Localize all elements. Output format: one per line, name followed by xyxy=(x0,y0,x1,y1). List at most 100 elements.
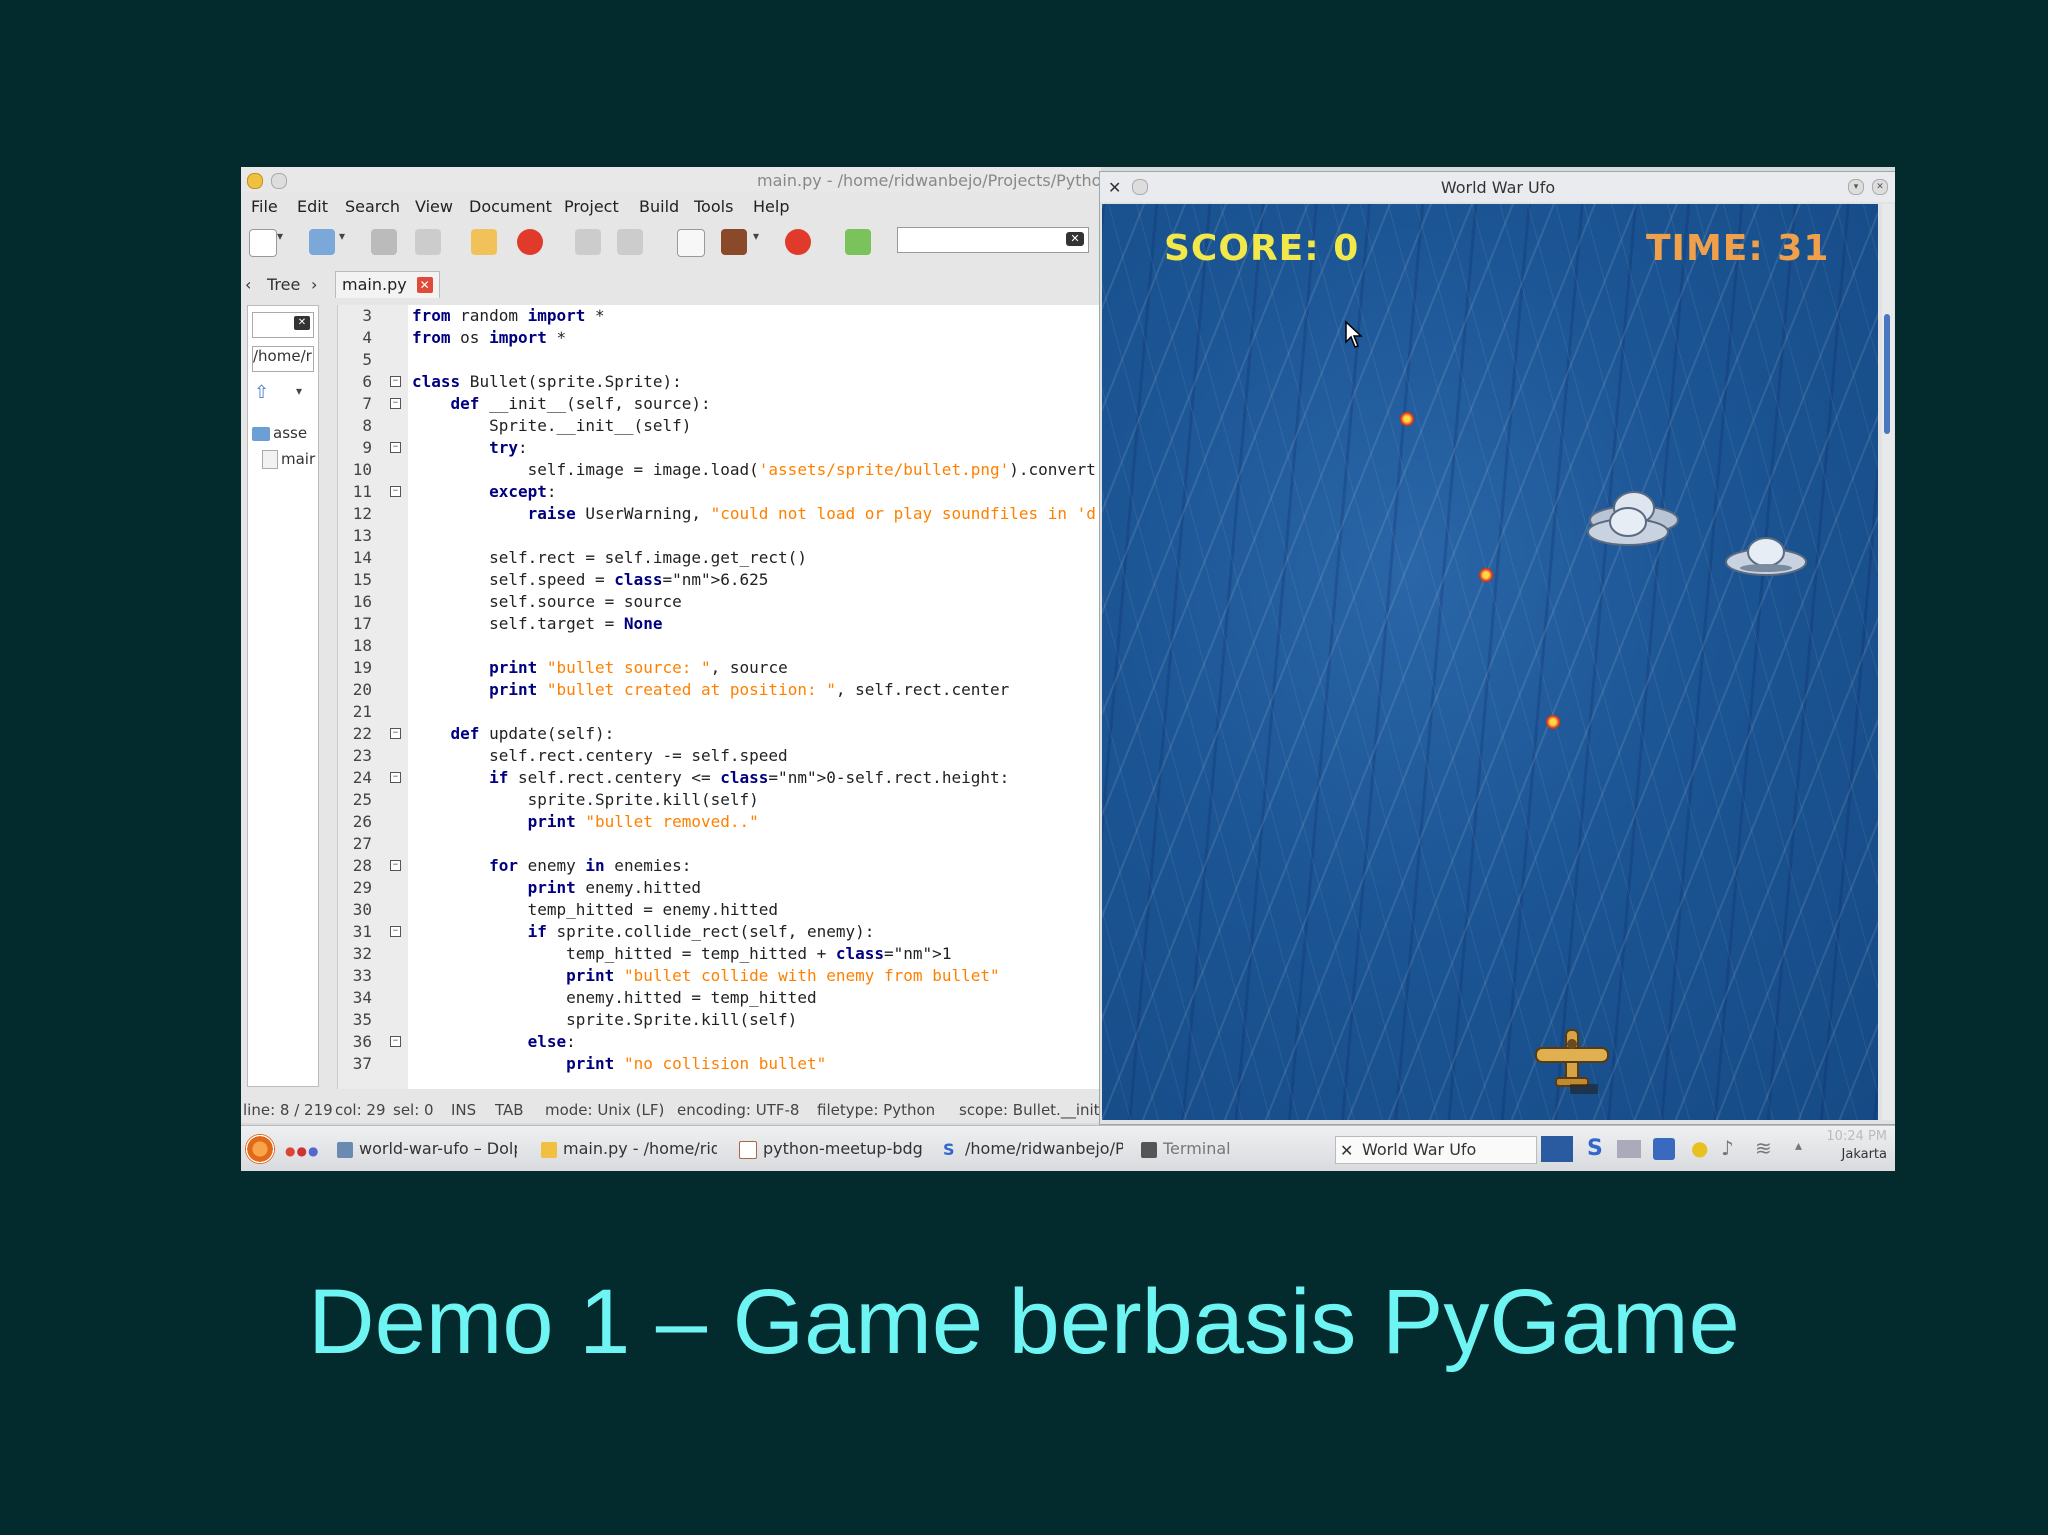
code-line[interactable]: 34 enemy.hitted = temp_hitted xyxy=(338,987,1102,1009)
fold-marker-icon[interactable]: − xyxy=(390,728,401,739)
code-line[interactable]: 13 xyxy=(338,525,1102,547)
scrollbar-thumb[interactable] xyxy=(1884,314,1890,434)
reload-icon[interactable] xyxy=(471,229,497,255)
close-file-icon[interactable] xyxy=(517,229,543,255)
tab-tree[interactable]: Tree xyxy=(267,275,300,294)
code-line[interactable]: 7 − def __init__(self, source): xyxy=(338,393,1102,415)
clear-icon[interactable]: ✕ xyxy=(294,316,310,330)
build-icon[interactable] xyxy=(721,229,747,255)
close-icon[interactable]: ✕ xyxy=(1872,179,1888,195)
code-line[interactable]: 11 − except: xyxy=(338,481,1102,503)
sidebar-filter-input[interactable]: ✕ xyxy=(252,312,314,338)
code-line[interactable]: 36 − else: xyxy=(338,1031,1102,1053)
code-line[interactable]: 12 raise UserWarning, "could not load or… xyxy=(338,503,1102,525)
workspace-dots-icon[interactable]: ●●● xyxy=(285,1144,319,1158)
code-line[interactable]: 9 − try: xyxy=(338,437,1102,459)
toolbar-search-input[interactable]: ✕ xyxy=(897,227,1089,253)
taskbar-item-document[interactable]: python-meetup-bdg xyxy=(739,1136,923,1162)
game-scrollbar[interactable] xyxy=(1882,204,1894,1120)
taskbar-item-terminal[interactable]: Terminal xyxy=(1141,1136,1291,1162)
code-line[interactable]: 19 print "bullet source: ", source xyxy=(338,657,1102,679)
code-line[interactable]: 6 − class Bullet(sprite.Sprite): xyxy=(338,371,1102,393)
up-arrow-icon[interactable]: ⇧ xyxy=(254,382,269,403)
save-all-icon[interactable] xyxy=(415,229,441,255)
wifi-icon[interactable]: ≋ xyxy=(1755,1136,1772,1160)
code-line[interactable]: 33 print "bullet collide with enemy from… xyxy=(338,965,1102,987)
chevron-down-icon[interactable]: ▾ xyxy=(296,384,302,398)
code-line[interactable]: 35 sprite.Sprite.kill(self) xyxy=(338,1009,1102,1031)
menu-view[interactable]: View xyxy=(415,197,453,216)
code-line[interactable]: 27 xyxy=(338,833,1102,855)
code-line[interactable]: 24 − if self.rect.centery <= class="nm">0… xyxy=(338,767,1102,789)
menu-search[interactable]: Search xyxy=(345,197,400,216)
fold-marker-icon[interactable]: − xyxy=(390,442,401,453)
fold-marker-icon[interactable]: − xyxy=(390,772,401,783)
forward-icon[interactable] xyxy=(617,229,643,255)
close-tab-icon[interactable]: ✕ xyxy=(416,277,433,293)
code-line[interactable]: 31 − if sprite.collide_rect(self, enemy): xyxy=(338,921,1102,943)
fold-marker-icon[interactable]: − xyxy=(390,376,401,387)
menu-edit[interactable]: Edit xyxy=(297,197,328,216)
taskbar-item-folder[interactable]: S/home/ridwanbejo/P xyxy=(943,1136,1123,1162)
chevron-left-icon[interactable]: ‹ xyxy=(245,275,251,294)
menu-project[interactable]: Project xyxy=(564,197,619,216)
code-line[interactable]: 5 xyxy=(338,349,1102,371)
code-line[interactable]: 10 self.image = image.load('assets/sprit… xyxy=(338,459,1102,481)
fold-marker-icon[interactable]: − xyxy=(390,398,401,409)
ubuntu-menu-icon[interactable] xyxy=(245,1134,275,1164)
code-line[interactable]: 26 print "bullet removed.." xyxy=(338,811,1102,833)
code-line[interactable]: 30 temp_hitted = enemy.hitted xyxy=(338,899,1102,921)
code-line[interactable]: 29 print enemy.hitted xyxy=(338,877,1102,899)
game-titlebar[interactable]: ✕ World War Ufo ▾ ✕ xyxy=(1100,172,1895,202)
code-line[interactable]: 3 from random import * xyxy=(338,305,1102,327)
stop-icon[interactable] xyxy=(785,229,811,255)
code-line[interactable]: 18 xyxy=(338,635,1102,657)
geany-titlebar[interactable]: main.py - /home/ridwanbejo/Projects/Pyth… xyxy=(241,167,1126,193)
chevron-down-icon[interactable]: ▾ xyxy=(753,229,765,255)
fold-marker-icon[interactable]: − xyxy=(390,486,401,497)
chevron-down-icon[interactable]: ▾ xyxy=(339,229,351,255)
volume-icon[interactable]: ♪ xyxy=(1721,1136,1734,1160)
taskbar-item-dolphin[interactable]: world-war-ufo – Dolp xyxy=(337,1136,517,1162)
code-line[interactable]: 23 self.rect.centery -= self.speed xyxy=(338,745,1102,767)
color-picker-icon[interactable] xyxy=(845,229,871,255)
tree-item-file[interactable]: mair xyxy=(262,450,315,469)
code-line[interactable]: 8 Sprite.__init__(self) xyxy=(338,415,1102,437)
tree-item-folder[interactable]: asse xyxy=(252,424,307,442)
code-line[interactable]: 32 temp_hitted = temp_hitted + class="nm… xyxy=(338,943,1102,965)
code-line[interactable]: 15 self.speed = class="nm">6.625 xyxy=(338,569,1102,591)
menu-document[interactable]: Document xyxy=(469,197,552,216)
back-icon[interactable] xyxy=(575,229,601,255)
window-menu-icon[interactable] xyxy=(271,173,287,189)
desktop-icon[interactable] xyxy=(1541,1136,1573,1162)
s-tray-icon[interactable]: S xyxy=(1587,1136,1603,1161)
clear-icon[interactable]: ✕ xyxy=(1066,232,1084,246)
code-line[interactable]: 28 − for enemy in enemies: xyxy=(338,855,1102,877)
code-line[interactable]: 14 self.rect = self.image.get_rect() xyxy=(338,547,1102,569)
chevron-right-icon[interactable]: › xyxy=(311,275,317,294)
tab-main-py[interactable]: main.py ✕ xyxy=(335,271,440,298)
network-icon[interactable] xyxy=(1617,1140,1641,1158)
sidebar-path-input[interactable]: /home/ri xyxy=(252,346,314,372)
taskbar-item-world-war-ufo[interactable]: ✕ World War Ufo xyxy=(1335,1136,1537,1164)
minimize-icon[interactable]: ▾ xyxy=(1848,179,1864,195)
code-line[interactable]: 16 self.source = source xyxy=(338,591,1102,613)
save-icon[interactable] xyxy=(371,229,397,255)
code-line[interactable]: 25 sprite.Sprite.kill(self) xyxy=(338,789,1102,811)
game-canvas[interactable]: SCORE: 0 TIME: 31 xyxy=(1102,204,1878,1120)
code-line[interactable]: 37 print "no collision bullet" xyxy=(338,1053,1102,1075)
fold-marker-icon[interactable]: − xyxy=(390,926,401,937)
fold-marker-icon[interactable]: − xyxy=(390,1036,401,1047)
lightbulb-icon[interactable]: ● xyxy=(1691,1136,1708,1160)
chevron-down-icon[interactable]: ▾ xyxy=(277,229,289,255)
new-file-icon[interactable] xyxy=(249,229,277,257)
code-line[interactable]: 22 − def update(self): xyxy=(338,723,1102,745)
menu-tools[interactable]: Tools xyxy=(694,197,733,216)
open-file-icon[interactable] xyxy=(309,229,335,255)
fold-marker-icon[interactable]: − xyxy=(390,860,401,871)
menu-file[interactable]: File xyxy=(251,197,278,216)
menu-build[interactable]: Build xyxy=(639,197,679,216)
clock[interactable]: 10:24 PM Jakarta xyxy=(1826,1128,1887,1164)
code-line[interactable]: 4 from os import * xyxy=(338,327,1102,349)
compile-icon[interactable] xyxy=(677,229,705,257)
